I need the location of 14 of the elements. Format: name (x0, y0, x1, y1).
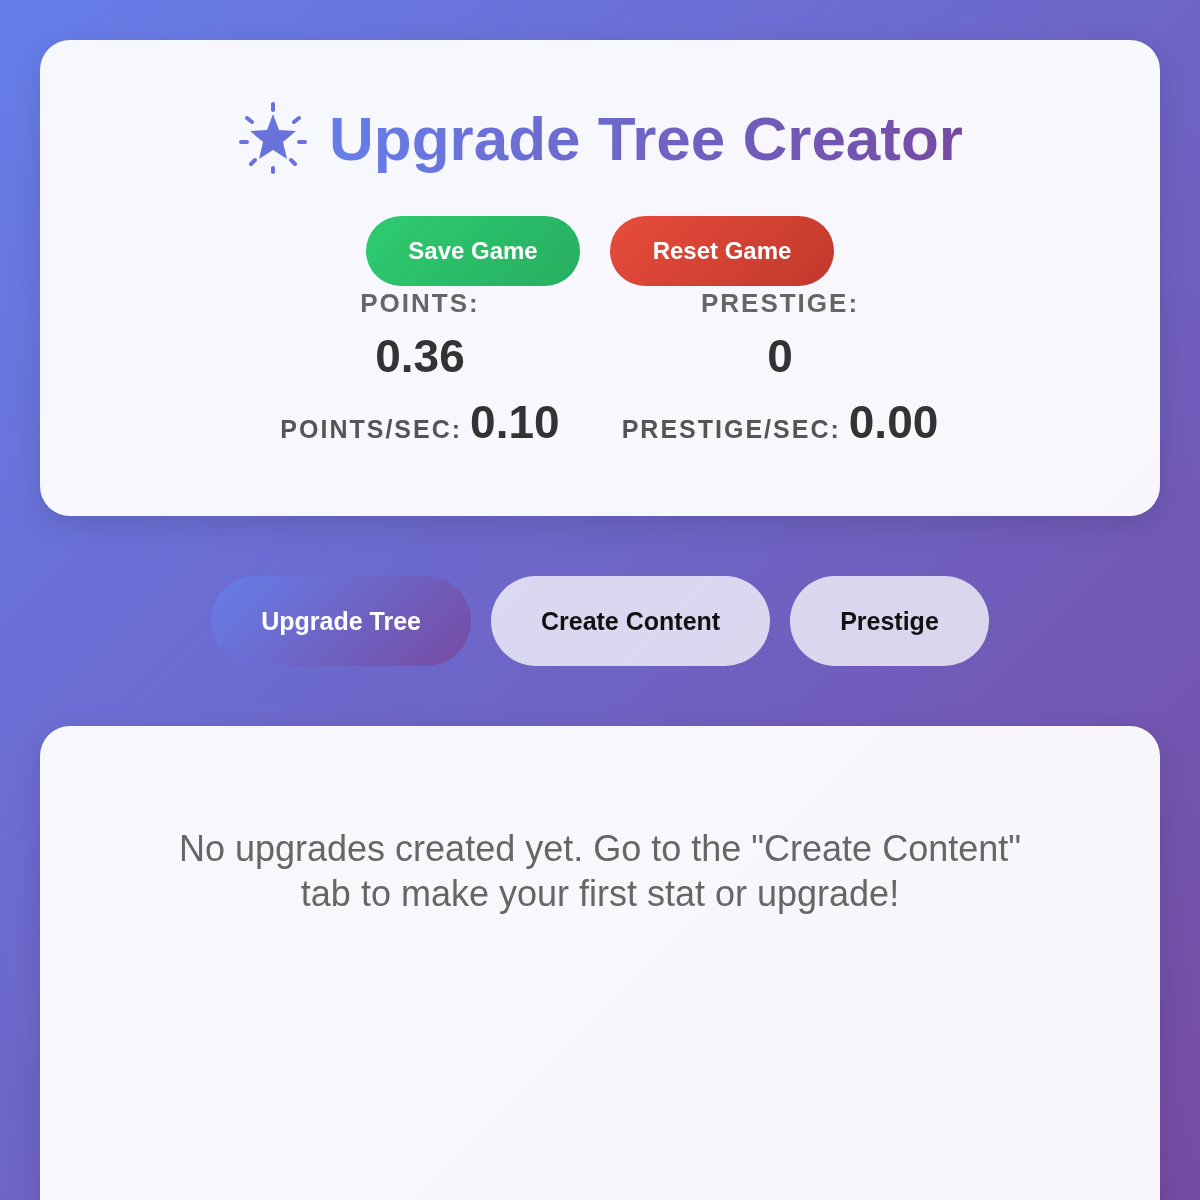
tab[interactable]: Prestige (790, 576, 989, 666)
sparkle-star-icon (237, 102, 309, 174)
tab[interactable]: Create Content (490, 576, 771, 666)
rate-label: PRESTIGE/SEC: (621, 415, 841, 444)
rate-label: POINTS/SEC: (280, 415, 463, 444)
rate-value: 0.10 (470, 395, 560, 449)
stat-value: 0 (767, 329, 793, 383)
empty-message: No upgrades created yet. Go to the "Create Content" tab to make your first stat or upgrade! (177, 827, 1022, 916)
rate-value: 0.00 (848, 395, 939, 449)
stat-label: POINTS: (360, 288, 480, 319)
stat-value: 0.36 (375, 329, 465, 383)
tab[interactable]: Upgrade Tree (211, 576, 471, 666)
stat-label: PRESTIGE: (700, 288, 860, 319)
game-button[interactable]: Reset Game (610, 216, 834, 286)
